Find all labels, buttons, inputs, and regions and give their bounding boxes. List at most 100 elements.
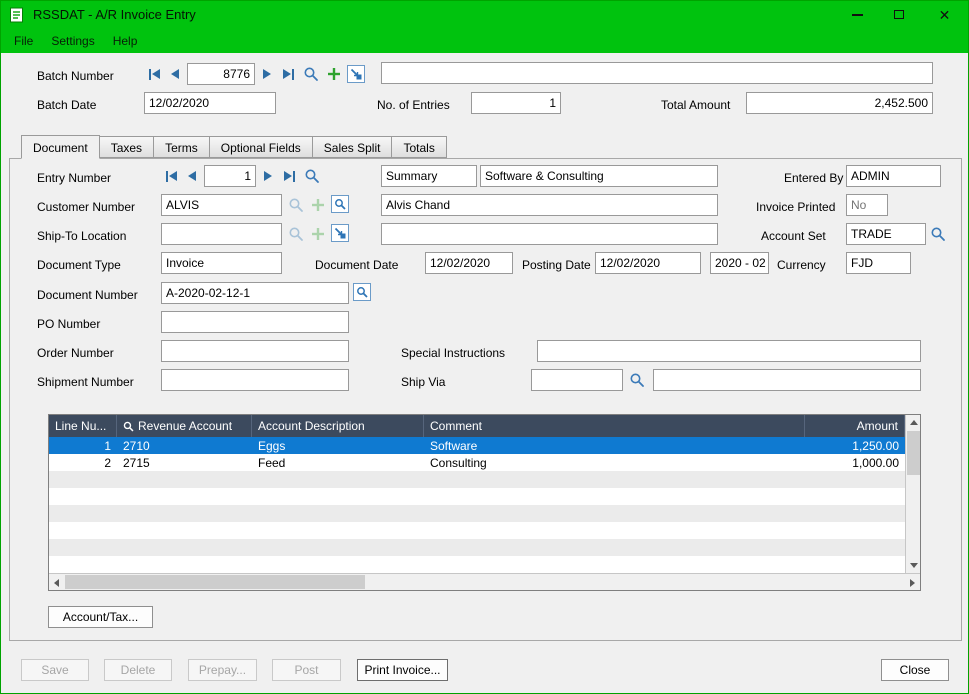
entry-type-field[interactable]: Summary: [381, 165, 477, 187]
po-number-label: PO Number: [37, 317, 100, 331]
document-type-field[interactable]: Invoice: [161, 252, 282, 274]
ship-to-location-field[interactable]: [161, 223, 282, 245]
currency-field[interactable]: FJD: [846, 252, 911, 274]
column-header-line-number[interactable]: Line Nu...: [49, 415, 117, 437]
account-tax-button[interactable]: Account/Tax...: [48, 606, 153, 628]
menu-file[interactable]: File: [5, 29, 42, 53]
account-set-finder-button[interactable]: [929, 225, 947, 243]
drilldown-icon: [334, 227, 346, 239]
arrow-right-icon: [910, 579, 915, 587]
close-button[interactable]: Close: [881, 659, 949, 681]
ship-to-location-label: Ship-To Location: [37, 229, 126, 243]
title-bar: RSSDAT - A/R Invoice Entry: [1, 1, 968, 28]
post-button[interactable]: Post: [272, 659, 341, 681]
entry-description-field[interactable]: Software & Consulting: [480, 165, 718, 187]
batch-description-field[interactable]: [381, 62, 933, 84]
grid-row-2[interactable]: 2 2715 Feed Consulting 1,000.00: [49, 454, 905, 471]
first-record-icon: [149, 69, 151, 80]
tab-taxes[interactable]: Taxes: [100, 136, 154, 158]
tab-optional-fields[interactable]: Optional Fields: [210, 136, 313, 158]
arrow-left-icon: [54, 579, 59, 587]
save-button[interactable]: Save: [21, 659, 89, 681]
order-number-field[interactable]: [161, 340, 349, 362]
finder-icon: [930, 226, 946, 242]
entry-previous-button[interactable]: [182, 165, 202, 187]
scroll-down-button[interactable]: [906, 558, 921, 573]
customer-number-field[interactable]: ALVIS: [161, 194, 282, 216]
batch-new-button[interactable]: [325, 65, 343, 83]
ship-to-drilldown-button[interactable]: [331, 224, 349, 242]
fiscal-period-field: 2020 - 02: [710, 252, 769, 274]
ship-via-code-field[interactable]: [531, 369, 623, 391]
prepay-button[interactable]: Prepay...: [188, 659, 257, 681]
print-invoice-button[interactable]: Print Invoice...: [357, 659, 448, 681]
document-number-inquiry-button[interactable]: [353, 283, 371, 301]
tab-sales-split[interactable]: Sales Split: [313, 136, 393, 158]
total-amount-label: Total Amount: [661, 98, 730, 112]
delete-button[interactable]: Delete: [104, 659, 172, 681]
grid-row-1[interactable]: 1 2710 Eggs Software 1,250.00: [49, 437, 905, 454]
column-header-revenue-account[interactable]: Revenue Account: [117, 415, 252, 437]
scroll-up-button[interactable]: [906, 415, 921, 430]
tab-document[interactable]: Document: [21, 135, 100, 159]
po-number-field[interactable]: [161, 311, 349, 333]
vertical-scroll-thumb[interactable]: [907, 431, 920, 475]
customer-inquiry-button[interactable]: [331, 195, 349, 213]
shipment-number-field[interactable]: [161, 369, 349, 391]
ship-to-new-button[interactable]: [309, 225, 327, 243]
ship-via-label: Ship Via: [401, 375, 445, 389]
ship-via-name-field[interactable]: [653, 369, 921, 391]
arrow-up-icon: [910, 420, 918, 425]
account-set-field[interactable]: TRADE: [846, 223, 926, 245]
tab-strip: Document Taxes Terms Optional Fields Sal…: [21, 135, 447, 159]
batch-first-button[interactable]: [144, 63, 164, 85]
batch-previous-button[interactable]: [165, 63, 185, 85]
entry-first-button[interactable]: [161, 165, 181, 187]
grid-vertical-scrollbar[interactable]: [905, 415, 920, 573]
menu-settings[interactable]: Settings: [42, 29, 103, 53]
entry-finder-button[interactable]: [303, 167, 321, 185]
posting-date-field[interactable]: 12/02/2020: [595, 252, 701, 274]
customer-finder-button[interactable]: [287, 196, 305, 214]
horizontal-scroll-thumb[interactable]: [65, 575, 365, 589]
grid-horizontal-scrollbar[interactable]: [49, 573, 920, 590]
batch-date-field[interactable]: 12/02/2020: [144, 92, 276, 114]
window-title: RSSDAT - A/R Invoice Entry: [33, 7, 196, 22]
scroll-left-button[interactable]: [49, 575, 64, 590]
tab-totals[interactable]: Totals: [392, 136, 446, 158]
batch-drilldown-button[interactable]: [347, 65, 365, 83]
column-header-account-description[interactable]: Account Description: [252, 415, 424, 437]
batch-next-button[interactable]: [257, 63, 277, 85]
maximize-button[interactable]: [879, 1, 919, 28]
document-number-field[interactable]: A-2020-02-12-1: [161, 282, 349, 304]
batch-number-field[interactable]: 8776: [187, 63, 255, 85]
menu-help[interactable]: Help: [104, 29, 147, 53]
close-window-button[interactable]: ✕: [921, 1, 968, 28]
app-window: RSSDAT - A/R Invoice Entry ✕ File Settin…: [0, 0, 969, 694]
document-date-field[interactable]: 12/02/2020: [425, 252, 513, 274]
batch-finder-button[interactable]: [302, 65, 320, 83]
app-icon: [9, 7, 25, 23]
previous-record-icon: [188, 171, 196, 181]
plus-icon: [311, 227, 325, 241]
minimize-button[interactable]: [837, 1, 877, 28]
ship-via-finder-button[interactable]: [628, 371, 646, 389]
special-instructions-field[interactable]: [537, 340, 921, 362]
customer-new-button[interactable]: [309, 196, 327, 214]
special-instructions-label: Special Instructions: [401, 346, 505, 360]
column-header-amount[interactable]: Amount: [805, 415, 905, 437]
entry-number-field[interactable]: 1: [204, 165, 256, 187]
entry-next-button[interactable]: [258, 165, 278, 187]
last-record-icon: [283, 69, 291, 79]
entry-last-button[interactable]: [279, 165, 299, 187]
first-record-icon: [166, 171, 168, 182]
batch-last-button[interactable]: [278, 63, 298, 85]
ship-to-finder-button[interactable]: [287, 225, 305, 243]
grid-row-empty: [49, 488, 905, 505]
scroll-right-button[interactable]: [905, 575, 920, 590]
finder-icon: [288, 197, 304, 213]
finder-icon: [123, 421, 134, 432]
tab-terms[interactable]: Terms: [154, 136, 210, 158]
column-header-comment[interactable]: Comment: [424, 415, 805, 437]
grid-header-row: Line Nu... Revenue Account Account Descr…: [49, 415, 905, 437]
